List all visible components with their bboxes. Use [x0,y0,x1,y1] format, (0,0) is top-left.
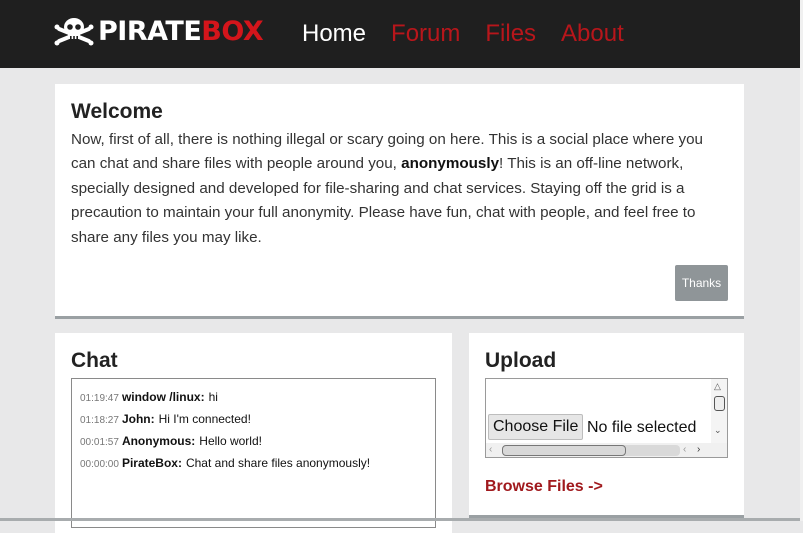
chat-time: 00:00:00 [80,459,119,470]
welcome-text-bold: anonymously [401,155,500,173]
chat-user: PirateBox: [121,456,182,470]
nav-about[interactable]: About [561,20,624,48]
chat-text: Hello world! [199,434,262,448]
brand-part-pirate: PIRATE [98,16,202,47]
chat-user: window /linux: [121,390,205,404]
nav-home[interactable]: Home [302,20,366,48]
nav-forum[interactable]: Forum [391,20,460,48]
upload-dropzone[interactable]: △ ⌄ Choose File No file selected ‹ ‹ › [485,378,728,458]
chat-text: Chat and share files anonymously! [185,456,371,470]
scroll-left-icon[interactable]: ‹ [489,444,492,455]
nav-files[interactable]: Files [485,20,536,48]
scroll-thumb[interactable] [714,396,725,411]
choose-file-button[interactable]: Choose File [488,414,584,440]
thanks-button[interactable]: Thanks [675,265,728,301]
scroll-thumb-horizontal[interactable] [502,445,626,456]
scroll-left-icon[interactable]: ‹ [683,444,686,455]
brand-part-box: BOX [201,16,264,47]
chat-user: Anonymous: [121,434,196,448]
chat-log[interactable]: 01:19:47 window /linux: hi 01:18:27 John: Hi… [71,378,436,528]
skull-crossbones-icon [54,18,94,46]
chat-text: Hi I'm connected! [158,412,251,426]
chat-message: 00:00:00 PirateBox: Chat and share files a… [80,456,370,470]
upload-card: Upload △ ⌄ Choose File No file selected … [469,333,744,518]
browse-files-link[interactable]: Browse Files -> [485,478,603,496]
welcome-text: Now, first of all, there is nothing ille… [71,128,731,250]
chat-message: 00:01:57 Anonymous: Hello world! [80,434,262,448]
chat-time: 01:18:27 [80,415,119,426]
scroll-up-icon[interactable]: △ [714,381,721,391]
brand-name: PIRATEBOX [98,14,264,50]
main-nav: Home Forum Files About [302,20,649,48]
scroll-down-icon[interactable]: ⌄ [714,425,722,435]
chat-text: hi [208,390,218,404]
chat-time: 00:01:57 [80,437,119,448]
upload-title: Upload [485,349,557,372]
chat-message: 01:19:47 window /linux: hi [80,390,218,404]
vertical-scrollbar[interactable]: △ ⌄ [711,379,727,443]
file-status: No file selected [587,419,697,436]
welcome-title: Welcome [71,100,163,123]
chat-card: Chat 01:19:47 window /linux: hi 01:18:27 Jo… [55,333,452,533]
chat-title: Chat [71,349,118,372]
header-bar: PIRATEBOX Home Forum Files About [0,0,800,68]
horizontal-scrollbar[interactable]: ‹ ‹ › [486,443,727,457]
chat-user: John: [121,412,155,426]
welcome-card: Welcome Now, first of all, there is noth… [55,84,744,319]
scroll-right-icon[interactable]: › [697,444,700,455]
chat-message: 01:18:27 John: Hi I'm connected! [80,412,251,426]
chat-time: 01:19:47 [80,393,119,404]
piratebox-logo[interactable]: PIRATEBOX [54,14,264,50]
